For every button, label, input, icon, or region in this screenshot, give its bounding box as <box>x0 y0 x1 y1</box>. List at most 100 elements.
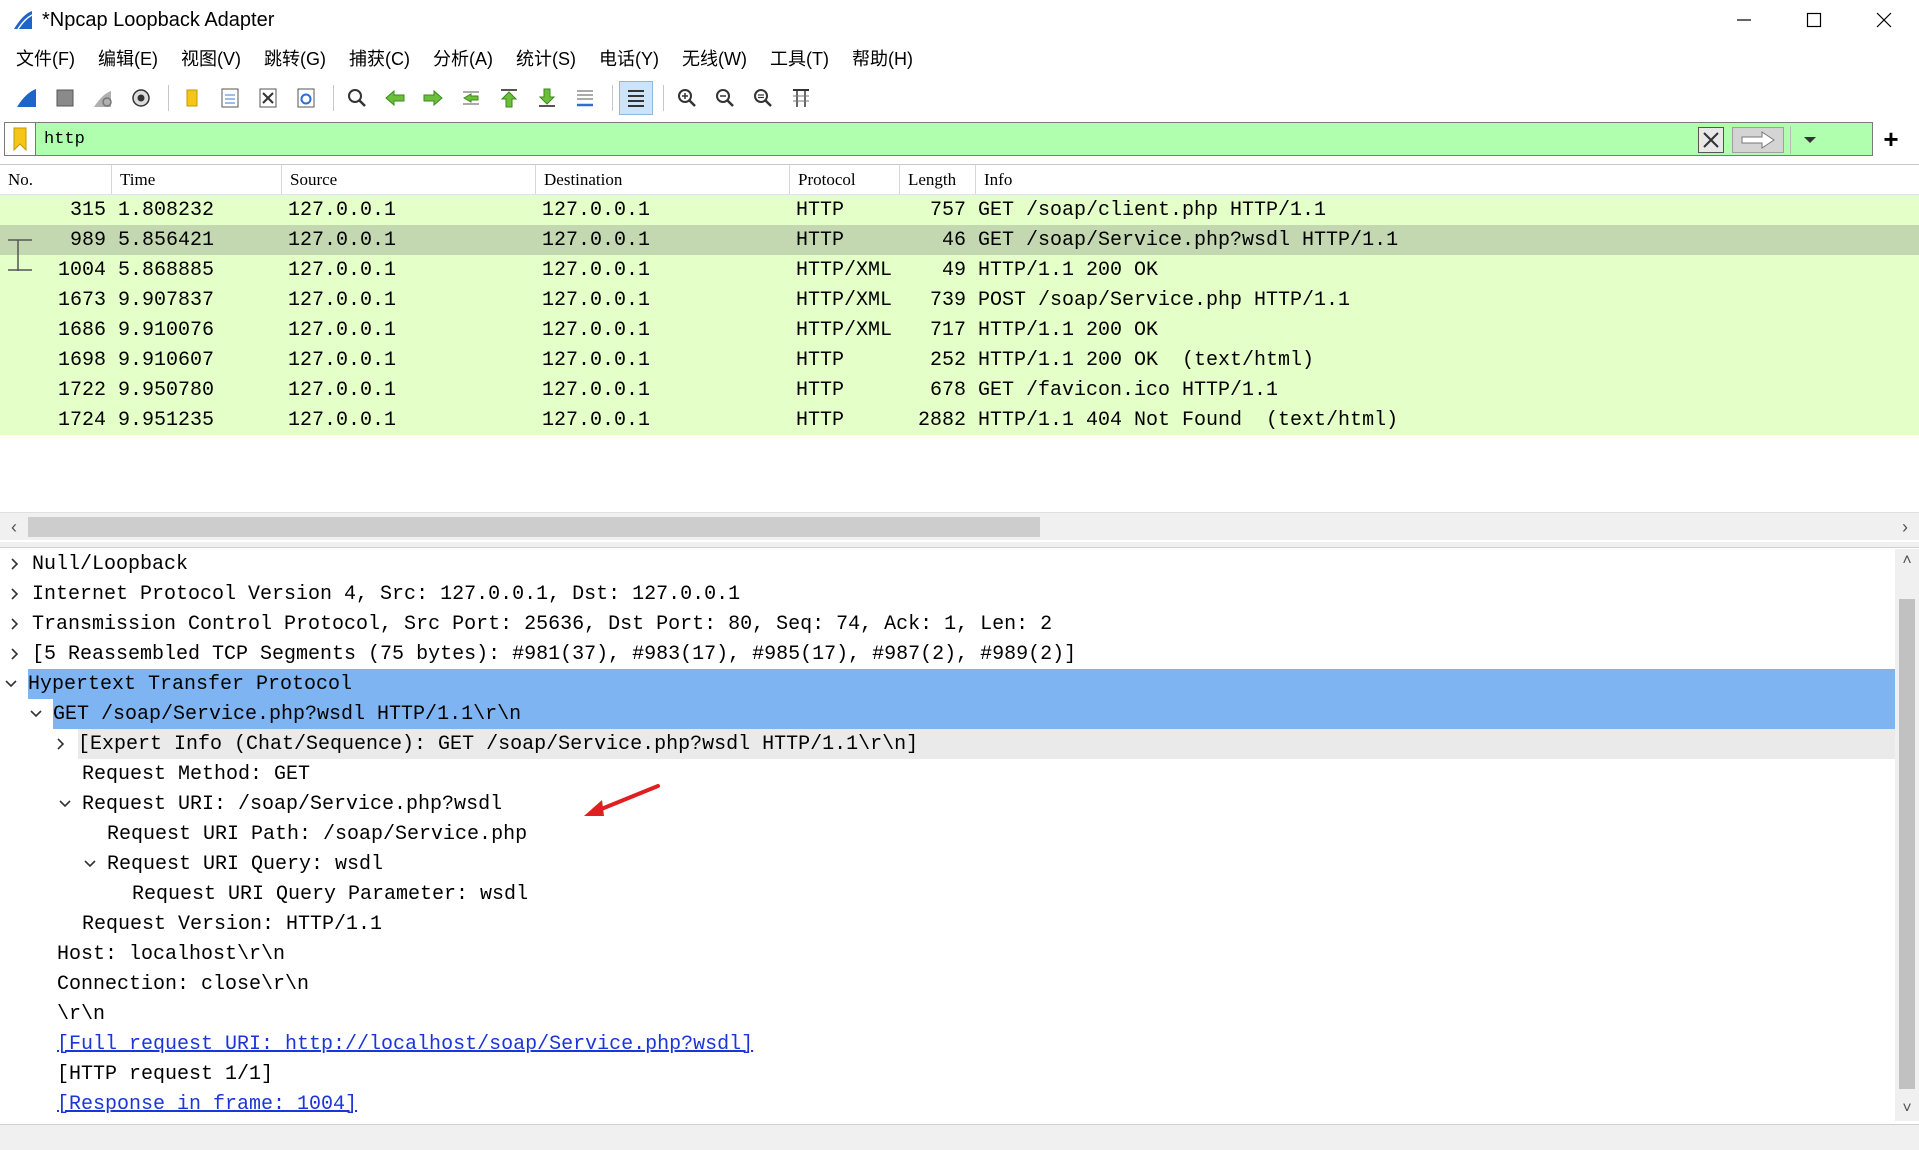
add-filter-button[interactable]: + <box>1873 122 1909 156</box>
restart-capture-button[interactable] <box>86 81 120 115</box>
chevron-right-icon[interactable] <box>6 645 24 663</box>
first-packet-button[interactable] <box>492 81 526 115</box>
menu-telephony[interactable]: 电话(Y) <box>591 45 674 71</box>
clear-filter-button[interactable] <box>1698 127 1724 153</box>
detail-tree-item[interactable]: [HTTP request 1/1] <box>0 1059 1895 1089</box>
reload-file-button[interactable] <box>289 81 323 115</box>
chevron-down-icon[interactable] <box>81 855 99 873</box>
last-packet-button[interactable] <box>530 81 564 115</box>
chevron-right-icon[interactable] <box>6 555 24 573</box>
scroll-right-arrow-icon[interactable]: › <box>1891 513 1919 541</box>
detail-tree-item[interactable]: \r\n <box>0 999 1895 1029</box>
go-to-packet-button[interactable] <box>454 81 488 115</box>
colorize-button[interactable] <box>619 81 653 115</box>
column-header-destination[interactable]: Destination <box>536 165 790 194</box>
detail-tree-item[interactable]: [5 Reassembled TCP Segments (75 bytes): … <box>0 639 1895 669</box>
column-header-protocol[interactable]: Protocol <box>790 165 900 194</box>
detail-tree-item[interactable]: Host: localhost\r\n <box>0 939 1895 969</box>
pane-splitter[interactable] <box>0 542 1919 548</box>
resize-columns-button[interactable] <box>784 81 818 115</box>
packet-row[interactable]: 1004 5.868885 127.0.0.1 127.0.0.1 HTTP/XML 49… <box>0 255 1919 285</box>
detail-tree-item[interactable]: [Full request URI: http://localhost/soap… <box>0 1029 1895 1059</box>
chevron-right-icon[interactable] <box>52 735 70 753</box>
packet-list-hscrollbar[interactable]: ‹ › <box>0 512 1919 540</box>
toolbar-separator <box>663 85 664 111</box>
scroll-left-arrow-icon[interactable]: ‹ <box>0 513 28 541</box>
open-file-button[interactable] <box>175 81 209 115</box>
detail-tree-item[interactable]: Request URI Query: wsdl <box>0 849 1895 879</box>
detail-tree-item[interactable]: [Response in frame: 1004] <box>0 1089 1895 1119</box>
menu-tools[interactable]: 工具(T) <box>762 45 844 71</box>
column-header-length[interactable]: Length <box>900 165 976 194</box>
chevron-down-icon[interactable] <box>27 705 45 723</box>
detail-tree-item[interactable]: GET /soap/Service.php?wsdl HTTP/1.1\r\n <box>30 699 1895 729</box>
capture-options-button[interactable] <box>124 81 158 115</box>
packet-row[interactable]: 989 5.856421 127.0.0.1 127.0.0.1 HTTP 46 GET /… <box>0 225 1919 255</box>
detail-tree-item[interactable]: Request URI: /soap/Service.php?wsdl <box>0 789 1895 819</box>
detail-tree-item[interactable]: Hypertext Transfer Protocol <box>5 669 1895 699</box>
hscroll-thumb[interactable] <box>28 517 1040 537</box>
go-forward-button[interactable] <box>416 81 450 115</box>
minimize-button[interactable] <box>1709 0 1779 40</box>
vscroll-thumb[interactable] <box>1899 599 1915 1089</box>
packet-row[interactable]: 1698 9.910607 127.0.0.1 127.0.0.1 HTTP 252 HTT… <box>0 345 1919 375</box>
maximize-button[interactable] <box>1779 0 1849 40</box>
packet-row[interactable]: 1686 9.910076 127.0.0.1 127.0.0.1 HTTP/XML 71… <box>0 315 1919 345</box>
menu-help[interactable]: 帮助(H) <box>844 45 928 71</box>
detail-tree-item[interactable]: Request URI Query Parameter: wsdl <box>0 879 1895 909</box>
chevron-down-icon[interactable] <box>2 675 20 693</box>
zoom-in-button[interactable] <box>670 81 704 115</box>
menu-go[interactable]: 跳转(G) <box>256 45 341 71</box>
menu-wireless[interactable]: 无线(W) <box>674 45 762 71</box>
menu-edit[interactable]: 编辑(E) <box>90 45 173 71</box>
detail-tree-item[interactable]: Connection: close\r\n <box>0 969 1895 999</box>
packet-cell-info: HTTP/1.1 200 OK <box>978 258 1159 282</box>
menu-file[interactable]: 文件(F) <box>8 45 90 71</box>
details-vscrollbar[interactable]: ˄ ˅ <box>1895 549 1919 1121</box>
detail-link-text[interactable]: [Full request URI: http://localhost/soap… <box>57 1033 753 1056</box>
detail-tree-item[interactable]: Internet Protocol Version 4, Src: 127.0.… <box>0 579 1895 609</box>
detail-tree-item[interactable]: Request URI Path: /soap/Service.php <box>0 819 1895 849</box>
detail-tree-item[interactable]: Transmission Control Protocol, Src Port:… <box>0 609 1895 639</box>
apply-arrow-icon <box>1741 131 1775 149</box>
menu-statistics[interactable]: 统计(S) <box>508 45 591 71</box>
column-header-info[interactable]: Info <box>976 165 1919 194</box>
detail-tree-item[interactable]: Null/Loopback <box>0 549 1895 579</box>
detail-tree-item[interactable]: Request Method: GET <box>0 759 1895 789</box>
find-packet-button[interactable] <box>340 81 374 115</box>
zoom-out-button[interactable] <box>708 81 742 115</box>
filter-bookmark-button[interactable] <box>4 122 36 156</box>
detail-tree-item[interactable]: [Expert Info (Chat/Sequence): GET /soap/… <box>57 729 1895 759</box>
packet-list: No. Time Source Destination Protocol Len… <box>0 164 1919 504</box>
packet-row[interactable]: 1673 9.907837 127.0.0.1 127.0.0.1 HTTP/XML 73… <box>0 285 1919 315</box>
chevron-down-icon[interactable] <box>56 795 74 813</box>
menu-view[interactable]: 视图(V) <box>173 45 256 71</box>
column-header-source[interactable]: Source <box>282 165 536 194</box>
packet-cell-time: 9.910076 <box>118 318 215 342</box>
detail-link-text[interactable]: [Response in frame: 1004] <box>57 1093 357 1116</box>
normal-size-button[interactable] <box>746 81 780 115</box>
close-button[interactable] <box>1849 0 1919 40</box>
scroll-down-arrow-icon[interactable]: ˅ <box>1895 1097 1919 1121</box>
menu-capture[interactable]: 捕获(C) <box>341 45 425 71</box>
stop-capture-button[interactable] <box>48 81 82 115</box>
autoscroll-button[interactable] <box>568 81 602 115</box>
chevron-right-icon[interactable] <box>6 615 24 633</box>
column-header-time[interactable]: Time <box>112 165 282 194</box>
close-file-button[interactable] <box>251 81 285 115</box>
save-file-button[interactable] <box>213 81 247 115</box>
filter-history-dropdown[interactable] <box>1790 126 1828 154</box>
go-back-button[interactable] <box>378 81 412 115</box>
menu-analyze[interactable]: 分析(A) <box>425 45 508 71</box>
column-header-no[interactable]: No. <box>0 165 112 194</box>
detail-tree-item[interactable]: Request Version: HTTP/1.1 <box>0 909 1895 939</box>
packet-row[interactable]: 1724 9.951235 127.0.0.1 127.0.0.1 HTTP 2882 HT… <box>0 405 1919 435</box>
display-filter-input[interactable]: http <box>36 122 1873 156</box>
scroll-up-arrow-icon[interactable]: ˄ <box>1895 549 1919 573</box>
packet-row[interactable]: 315 1.808232 127.0.0.1 127.0.0.1 HTTP 757 GET … <box>0 195 1919 225</box>
detail-text: Null/Loopback <box>32 552 189 576</box>
chevron-right-icon[interactable] <box>6 585 24 603</box>
start-capture-button[interactable] <box>10 81 44 115</box>
packet-row[interactable]: 1722 9.950780 127.0.0.1 127.0.0.1 HTTP 678 GET… <box>0 375 1919 405</box>
apply-filter-button[interactable] <box>1732 127 1784 153</box>
